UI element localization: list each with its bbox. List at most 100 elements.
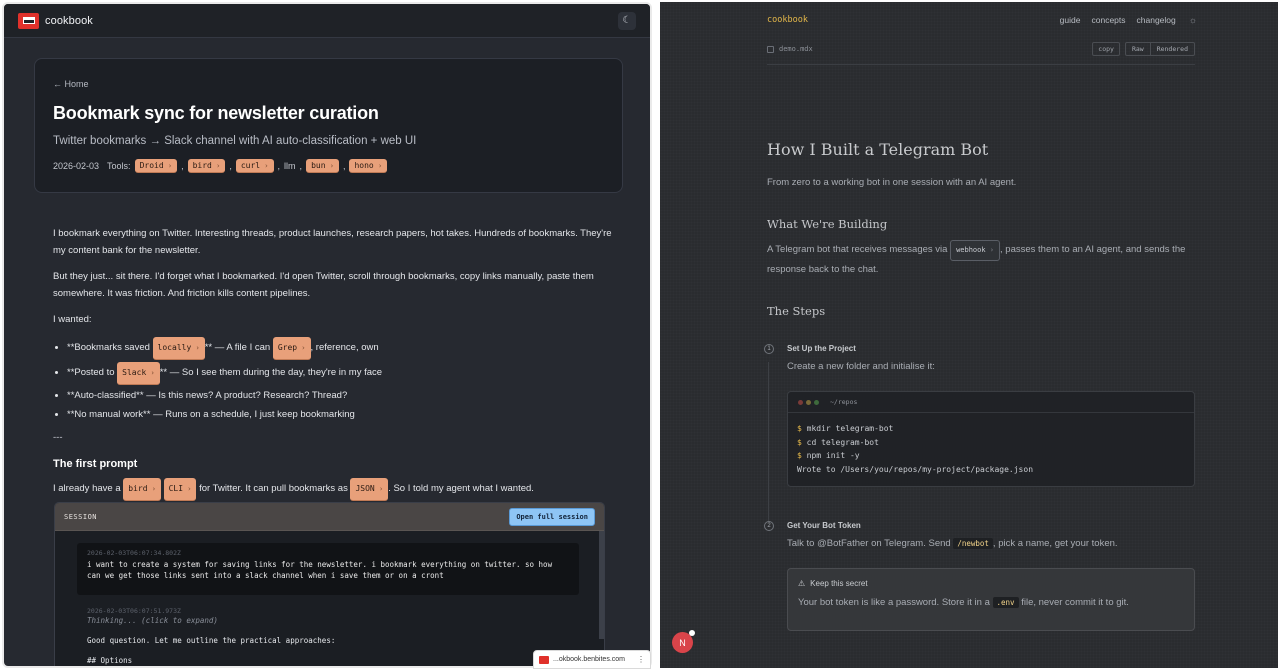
step-number: 1: [764, 344, 774, 354]
tool-chip[interactable]: bird: [187, 159, 226, 173]
session-scrollbar[interactable]: [599, 531, 604, 639]
article-body: I bookmark everything on Twitter. Intere…: [53, 225, 613, 510]
url-pill[interactable]: ...okbook.benbites.com ⋮: [533, 650, 651, 669]
thinking-toggle[interactable]: Thinking... (click to expand): [77, 616, 582, 625]
inline-chip[interactable]: Grep: [272, 337, 311, 360]
doc-content: How I Built a Telegram Bot From zero to …: [767, 140, 1195, 318]
callout-body: Your bot token is like a password. Store…: [798, 597, 1129, 608]
warning-callout: ⚠ Keep this secret Your bot token is like…: [787, 568, 1195, 631]
post-date: 2026-02-03: [53, 161, 100, 171]
minimize-dot-icon: [806, 399, 811, 405]
docs-brand[interactable]: cookbook: [767, 15, 808, 25]
warning-icon: ⚠: [798, 579, 806, 588]
inline-chip[interactable]: Slack: [117, 362, 160, 385]
assistant-reply-heading: ## Options: [87, 656, 133, 665]
copy-button[interactable]: copy: [1092, 42, 1120, 56]
hero-card: ← Home Bookmark sync for newsletter cura…: [34, 58, 623, 193]
raw-tab[interactable]: Raw: [1126, 43, 1150, 55]
step-title: Get Your Bot Token: [787, 521, 861, 530]
wants-list: **Bookmarks saved locally** — A file I c…: [67, 337, 613, 423]
tool-plain: llm: [284, 161, 296, 171]
doc-lead: From zero to a working bot in one sessio…: [767, 177, 1017, 188]
site-header: cookbook ☾: [4, 4, 650, 38]
nav-link-concepts[interactable]: concepts: [1091, 15, 1125, 25]
step-desc: Talk to @BotFather on Telegram. Send /ne…: [787, 538, 1118, 549]
cookbook-logo-icon[interactable]: [18, 12, 39, 29]
notification-dot-icon: [689, 630, 695, 636]
site-brand[interactable]: cookbook: [45, 15, 93, 27]
terminal-body: $ mkdir telegram-bot $ cd telegram-bot $…: [788, 413, 1194, 485]
next-dev-button[interactable]: N: [672, 630, 695, 653]
section-heading: The first prompt: [53, 458, 138, 470]
inline-chip[interactable]: CLI: [163, 478, 197, 501]
terminal-line: Wrote to /Users/you/repos/my-project/pac…: [797, 464, 1034, 474]
view-toggle: Raw Rendered: [1124, 42, 1195, 56]
callout-header: ⚠ Keep this secret: [798, 579, 868, 588]
timestamp: 2026-02-03T06:07:51.973Z: [87, 607, 181, 615]
session-panel: SESSION Open full session 2026-02-03T06:…: [54, 502, 605, 666]
page-title: Bookmark sync for newsletter curation: [53, 103, 379, 123]
favicon-icon: [539, 655, 549, 664]
step-title: Set Up the Project: [787, 344, 856, 353]
list-item: **Bookmarks saved locally** — A file I c…: [67, 337, 613, 360]
section-heading: What We're Building: [767, 217, 888, 231]
section-heading: The Steps: [767, 304, 826, 318]
tool-chip[interactable]: hono: [349, 159, 388, 173]
sun-icon[interactable]: ☼: [1189, 15, 1197, 25]
page-subtitle: Twitter bookmarks → Slack channel with A…: [53, 135, 417, 147]
rendered-tab[interactable]: Rendered: [1149, 43, 1194, 55]
terminal-line: $ npm init -y: [797, 451, 860, 460]
meta-row: 2026-02-03 Tools: Droid, bird, curl, llm…: [53, 159, 604, 173]
file-toolbar: demo.mdx copy Raw Rendered: [767, 42, 1195, 56]
session-body: 2026-02-03T06:07:34.802Z i want to creat…: [55, 531, 604, 666]
nav-link-changelog[interactable]: changelog: [1137, 15, 1176, 25]
step-1: 1 Set Up the Project Create a new folder…: [764, 344, 1197, 372]
doc-title: How I Built a Telegram Bot: [767, 140, 989, 159]
steps-line: [768, 362, 769, 522]
close-dot-icon: [798, 399, 803, 405]
inline-code: .env: [992, 597, 1019, 608]
file-icon: [767, 45, 774, 53]
paragraph: I wanted:: [53, 314, 92, 325]
step-desc: Create a new folder and initialise it:: [787, 361, 935, 372]
session-label: SESSION: [64, 512, 98, 521]
divider: [767, 64, 1195, 65]
tools-label: Tools:: [107, 161, 131, 171]
list-item: **Posted to Slack** — So I see them duri…: [67, 362, 613, 385]
docs-nav: cookbook guide concepts changelog ☼: [767, 15, 1197, 25]
back-home-link[interactable]: ← Home: [53, 79, 604, 89]
list-item: **Auto-classified** — Is this news? A pr…: [67, 387, 613, 404]
tool-chip[interactable]: curl: [235, 159, 274, 173]
terminal-header: ~/repos: [788, 392, 1194, 413]
webhook-chip[interactable]: webhook: [950, 240, 1001, 261]
right-browser-pane: cookbook guide concepts changelog ☼ demo…: [660, 2, 1278, 668]
terminal-line: $ mkdir telegram-bot: [797, 424, 894, 433]
moon-icon[interactable]: ☾: [618, 11, 636, 30]
open-full-session-button[interactable]: Open full session: [509, 507, 595, 526]
inline-chip[interactable]: bird: [123, 478, 161, 501]
timestamp: 2026-02-03T06:07:34.802Z: [87, 549, 181, 557]
paragraph: I bookmark everything on Twitter. Intere…: [53, 228, 612, 256]
file-label: demo.mdx: [767, 45, 813, 53]
nav-link-guide[interactable]: guide: [1060, 15, 1081, 25]
paragraph: I already have a bird CLI for Twitter. I…: [53, 478, 613, 501]
terminal-path: ~/repos: [830, 398, 858, 406]
paragraph: A Telegram bot that receives messages vi…: [767, 240, 1195, 278]
url-text: ...okbook.benbites.com: [553, 656, 625, 663]
session-header: SESSION Open full session: [55, 503, 604, 531]
tool-chip[interactable]: Droid: [134, 159, 178, 173]
step-2: 2 Get Your Bot Token Talk to @BotFather …: [764, 521, 1197, 549]
user-message: 2026-02-03T06:07:34.802Z i want to creat…: [77, 543, 579, 595]
terminal-line: $ cd telegram-bot: [797, 437, 879, 447]
more-vertical-icon[interactable]: ⋮: [637, 655, 645, 664]
tool-chip[interactable]: bun: [306, 159, 339, 173]
inline-chip[interactable]: JSON: [350, 478, 389, 501]
divider: ---: [53, 432, 63, 443]
paragraph: But they just... sit there. I'd forget w…: [53, 271, 594, 299]
inline-chip[interactable]: locally: [152, 337, 205, 360]
step-number: 2: [764, 521, 774, 531]
terminal-block: ~/repos $ mkdir telegram-bot $ cd telegr…: [787, 391, 1195, 487]
left-browser-pane: cookbook ☾ ← Home Bookmark sync for news…: [2, 2, 652, 668]
list-item: **No manual work** — Runs on a schedule,…: [67, 406, 613, 423]
inline-code: /newbot: [953, 538, 993, 549]
